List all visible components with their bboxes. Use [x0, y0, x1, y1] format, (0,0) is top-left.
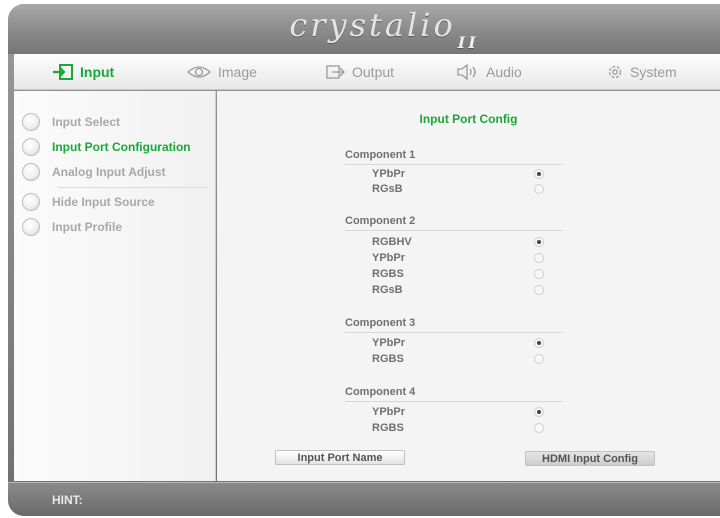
group-title-component-3: Component 3 [345, 317, 416, 329]
output-arrow-icon [326, 64, 346, 80]
sidebar-item-input-select[interactable]: Input Select [22, 113, 120, 131]
tab-audio-label: Audio [486, 63, 522, 80]
radio-icon [22, 138, 40, 156]
sidebar: Input Select Input Port Configuration An… [14, 91, 216, 481]
radio-icon [22, 113, 40, 131]
radio-icon [22, 163, 40, 181]
tab-input-label: Input [80, 63, 115, 80]
sidebar-item-label: Input Select [52, 115, 121, 129]
radio-component-2-rgsb[interactable] [534, 285, 544, 295]
sidebar-item-input-port-configuration[interactable]: Input Port Configuration [22, 138, 191, 156]
radio-component-1-ypbpr[interactable] [534, 169, 544, 179]
option-label: YPbPr [372, 406, 406, 418]
page-title: Input Port Config [419, 112, 518, 126]
tab-input[interactable]: Input [52, 54, 114, 90]
sidebar-item-label: Input Profile [52, 220, 122, 234]
tab-audio[interactable]: Audio [456, 54, 522, 90]
radio-component-4-ypbpr[interactable] [534, 407, 544, 417]
radio-component-2-rgbhv[interactable] [534, 237, 544, 247]
sidebar-item-label: Analog Input Adjust [52, 165, 166, 179]
group-title-component-1: Component 1 [345, 149, 416, 161]
option-label: RGBHV [372, 236, 412, 248]
option-label: YPbPr [372, 337, 406, 349]
radio-icon [22, 193, 40, 211]
radio-component-3-ypbpr[interactable] [534, 338, 544, 348]
option-label: RGsB [372, 183, 403, 195]
input-port-name-button[interactable]: Input Port Name [275, 450, 405, 465]
group-title-component-2: Component 2 [345, 215, 416, 227]
sidebar-item-input-profile[interactable]: Input Profile [22, 218, 122, 236]
tab-bar: Input Image Output Audio System [14, 54, 720, 90]
radio-icon [22, 218, 40, 236]
hint-bar: HINT: [8, 482, 720, 516]
tab-image[interactable]: Image [186, 54, 257, 90]
sidebar-item-hide-input-source[interactable]: Hide Input Source [22, 193, 155, 211]
group-title-component-4: Component 4 [345, 386, 416, 398]
tab-system[interactable]: System [606, 54, 677, 90]
group-divider [345, 332, 563, 333]
option-label: RGBS [372, 353, 404, 365]
speaker-icon [456, 63, 480, 80]
radio-component-2-ypbpr[interactable] [534, 253, 544, 263]
radio-component-2-rgbs[interactable] [534, 269, 544, 279]
group-divider [345, 164, 563, 165]
option-label: RGBS [372, 422, 404, 434]
brand-logo: crystalio II [289, 6, 478, 52]
tab-image-label: Image [218, 63, 257, 80]
sidebar-divider [58, 187, 208, 188]
hint-label: HINT: [52, 493, 83, 507]
logo-text: crystalio [289, 6, 456, 44]
option-label: YPbPr [372, 168, 406, 180]
option-label: RGBS [372, 268, 404, 280]
main-panel: Input Port Config Component 1 YPbPr RGsB… [217, 91, 720, 481]
group-divider [345, 230, 563, 231]
sidebar-item-analog-input-adjust[interactable]: Analog Input Adjust [22, 163, 166, 181]
option-label: YPbPr [372, 252, 406, 264]
radio-component-4-rgbs[interactable] [534, 423, 544, 433]
title-bar: crystalio II [8, 4, 720, 54]
eye-icon [186, 64, 212, 80]
sidebar-item-label: Hide Input Source [52, 195, 155, 209]
tab-output[interactable]: Output [326, 54, 394, 90]
logo-suffix: II [457, 33, 479, 52]
app-window: crystalio II Input Image Output Audio Sy… [0, 0, 720, 518]
hdmi-input-config-button[interactable]: HDMI Input Config [525, 451, 655, 466]
gear-icon [606, 63, 624, 81]
tab-system-label: System [630, 63, 677, 80]
group-divider [345, 401, 563, 402]
input-arrow-icon [52, 63, 74, 81]
option-label: RGsB [372, 284, 403, 296]
tab-output-label: Output [352, 63, 395, 80]
sidebar-item-label: Input Port Configuration [52, 140, 191, 154]
radio-component-1-rgsb[interactable] [534, 184, 544, 194]
radio-component-3-rgbs[interactable] [534, 354, 544, 364]
